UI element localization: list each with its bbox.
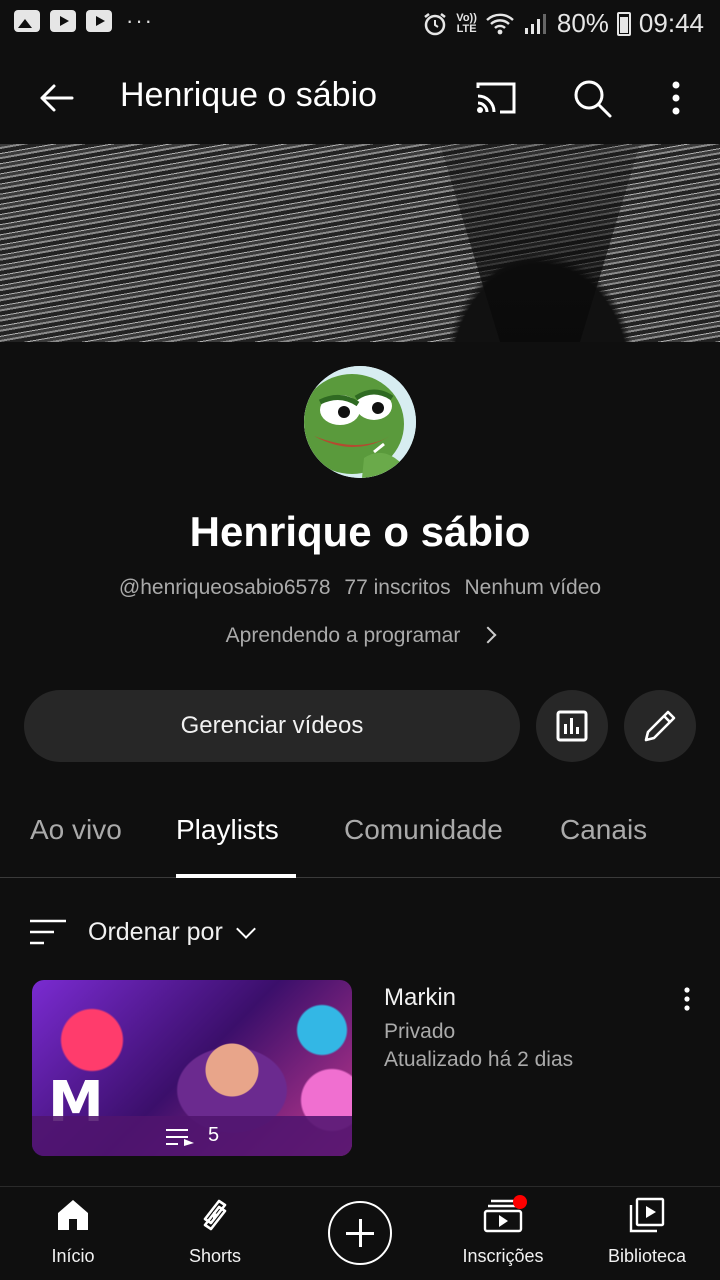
- playlist-thumbnail[interactable]: M 5: [32, 980, 352, 1156]
- playlist-count-overlay: 5: [32, 1116, 352, 1156]
- channel-handle: @henriqueosabio6578: [118, 576, 331, 599]
- channel-meta: @henriqueosabio6578 77 inscritos Nenhum …: [0, 576, 720, 600]
- edit-pencil-icon: [644, 710, 676, 742]
- channel-name: Henrique o sábio: [189, 508, 531, 555]
- nav-shorts[interactable]: Shorts: [160, 1197, 270, 1267]
- bottom-navigation: Início Shorts Inscrições Biblioteca: [0, 1186, 720, 1280]
- signal-icon: [524, 13, 546, 34]
- analytics-button[interactable]: [536, 690, 608, 762]
- notification-dot: [513, 1195, 527, 1209]
- channel-banner: [0, 144, 720, 342]
- shorts-icon: [203, 1199, 227, 1231]
- more-vert-icon[interactable]: [672, 984, 702, 1014]
- create-plus-icon[interactable]: [328, 1201, 392, 1265]
- battery-icon: [616, 11, 631, 36]
- active-tab-indicator: [176, 874, 296, 878]
- nav-shorts-label: Shorts: [188, 1246, 242, 1266]
- wifi-icon: [486, 13, 514, 34]
- playlist-privacy: Privado: [384, 1020, 456, 1043]
- top-app-bar: Henrique o sábio: [0, 50, 720, 144]
- system-icons: Vo)) LTE 80% 09:44: [422, 8, 704, 39]
- status-bar: ··· Vo)) LTE 80% 09:44: [0, 0, 720, 50]
- manage-videos-label: Gerenciar vídeos: [180, 712, 364, 739]
- video-count: Nenhum vídeo: [464, 576, 602, 599]
- nav-home[interactable]: Início: [18, 1197, 128, 1267]
- clock: 09:44: [638, 8, 704, 38]
- more-vert-icon[interactable]: [654, 76, 698, 120]
- page-title: Henrique o sábio: [120, 76, 378, 114]
- nav-subscriptions-label: Inscrições: [462, 1246, 544, 1266]
- edit-channel-button[interactable]: [624, 690, 696, 762]
- subscriber-count: 77 inscritos: [344, 576, 451, 599]
- sort-button[interactable]: Ordenar por: [30, 910, 256, 954]
- chevron-down-icon: [235, 919, 256, 939]
- tab-ao-vivo[interactable]: Ao vivo: [30, 814, 122, 846]
- nav-library-label: Biblioteca: [607, 1246, 687, 1266]
- nav-subscriptions[interactable]: Inscrições: [448, 1197, 558, 1267]
- playlist-updated: Atualizado há 2 dias: [384, 1048, 574, 1071]
- notification-icons: ···: [14, 10, 154, 32]
- manage-videos-button[interactable]: Gerenciar vídeos: [24, 690, 520, 762]
- tab-playlists[interactable]: Playlists: [176, 814, 279, 846]
- playlist-icon: [166, 1129, 194, 1146]
- home-icon: [58, 1200, 88, 1230]
- tab-canais[interactable]: Canais: [560, 814, 647, 846]
- analytics-icon: [556, 710, 588, 742]
- battery-percent: 80%: [556, 8, 609, 38]
- youtube-icon: [86, 10, 112, 32]
- more-dots-icon: ···: [126, 8, 154, 33]
- tab-comunidade[interactable]: Comunidade: [344, 814, 503, 846]
- search-icon[interactable]: [570, 76, 614, 120]
- channel-description-text: Aprendendo a programar: [225, 624, 461, 647]
- nav-library[interactable]: Biblioteca: [592, 1197, 702, 1267]
- cast-icon[interactable]: [474, 76, 518, 120]
- playlist-title[interactable]: Markin: [384, 984, 456, 1012]
- channel-tabs: Ao vivo Playlists Comunidade Canais: [0, 800, 720, 878]
- playlist-video-count: 5: [208, 1124, 220, 1146]
- library-icon: [629, 1197, 665, 1233]
- back-arrow-icon[interactable]: [36, 78, 76, 118]
- avatar[interactable]: [304, 366, 416, 478]
- channel-description[interactable]: Aprendendo a programar: [0, 624, 720, 648]
- image-icon: [14, 10, 40, 32]
- volte-icon: Vo)) LTE: [456, 11, 477, 35]
- sort-icon: [30, 919, 66, 945]
- nav-home-label: Início: [51, 1246, 95, 1266]
- youtube-icon: [50, 10, 76, 32]
- chevron-right-icon: [479, 626, 497, 644]
- alarm-icon: [424, 12, 447, 35]
- pepe-frog-avatar: [304, 366, 416, 478]
- sort-label: Ordenar por: [88, 917, 223, 946]
